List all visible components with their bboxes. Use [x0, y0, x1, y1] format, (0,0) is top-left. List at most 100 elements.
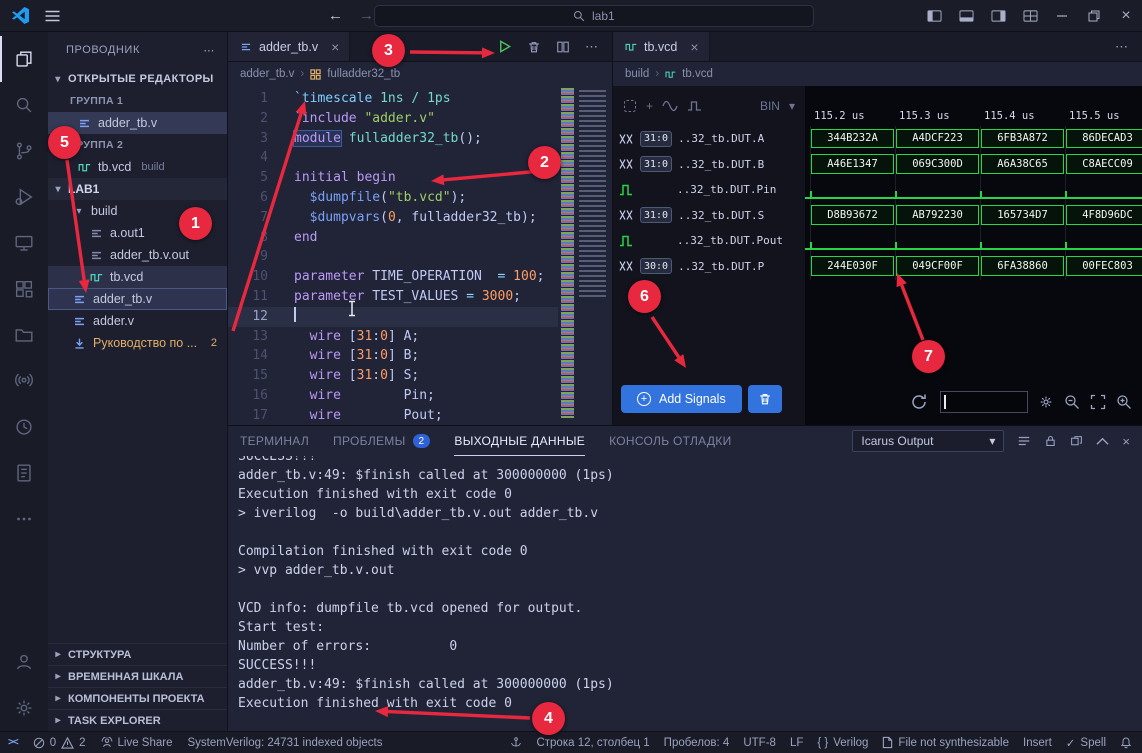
refresh-icon[interactable]	[908, 391, 930, 413]
problems-status[interactable]: 0 2	[33, 737, 86, 749]
toggle-sidebar-icon[interactable]	[918, 0, 950, 31]
notebook-icon[interactable]	[0, 450, 48, 496]
signal-item[interactable]: 31:0..32_tb.DUT.A	[613, 126, 805, 152]
split-editor-icon[interactable]	[556, 40, 570, 54]
code-line[interactable]: 10parameter TIME_OPERATION = 100;	[228, 267, 558, 287]
digital-wave-icon[interactable]	[687, 100, 703, 112]
live-share-icon[interactable]	[0, 358, 48, 404]
code-line[interactable]: 13 wire [31:0] A;	[228, 327, 558, 347]
code-line[interactable]: 16 wire Pin;	[228, 386, 558, 406]
clear-output-icon[interactable]	[1017, 434, 1031, 448]
code-line[interactable]: 11parameter TEST_VALUES = 3000;	[228, 287, 558, 307]
menu-icon[interactable]	[45, 10, 60, 22]
code-line[interactable]: 12	[228, 307, 558, 327]
panel-tab[interactable]: ПРОБЛЕМЫ2	[333, 426, 430, 456]
tree-file[interactable]: adder_tb.v.out	[48, 244, 227, 266]
breadcrumb-symbol[interactable]: fulladder32_tb	[327, 68, 400, 80]
code-line[interactable]: 2`include "adder.v"	[228, 109, 558, 129]
toggle-panel-icon[interactable]	[950, 0, 982, 31]
sidebar-section-header[interactable]: ▸КОМПОНЕНТЫ ПРОЕКТА	[48, 687, 227, 709]
signal-item[interactable]: 30:0..32_tb.DUT.P	[613, 254, 805, 280]
waveform-canvas[interactable]: 344B232AA4DCF2236FB3A87286DECAD3A46E1347…	[805, 126, 1142, 280]
gear-icon[interactable]	[1038, 394, 1054, 410]
remove-signals-button[interactable]	[748, 385, 782, 413]
restore-icon[interactable]	[1078, 0, 1110, 31]
extensions-icon[interactable]	[0, 266, 48, 312]
panel-tab[interactable]: ВЫХОДНЫЕ ДАННЫЕ	[454, 426, 585, 456]
code-line[interactable]: 9	[228, 247, 558, 267]
add-icon[interactable]: +	[646, 99, 653, 113]
signal-item[interactable]: ..32_tb.DUT.Pin	[613, 177, 805, 203]
add-signals-button[interactable]: + Add Signals	[621, 385, 742, 413]
tab-adder-tb-v[interactable]: adder_tb.v ×	[228, 32, 350, 61]
zoom-fit-icon[interactable]	[1090, 394, 1106, 410]
nav-back-icon[interactable]: ←	[328, 7, 343, 24]
zoom-in-icon[interactable]	[1116, 394, 1132, 410]
waveform-row[interactable]: 344B232AA4DCF2236FB3A87286DECAD3	[805, 126, 1142, 152]
tree-file[interactable]: Руководство по ...2	[48, 332, 227, 354]
search-sidebar-icon[interactable]	[0, 82, 48, 128]
code-editor[interactable]: 1`timescale 1ns / 1ps2`include "adder.v"…	[228, 86, 612, 425]
code-line[interactable]: 5initial begin	[228, 168, 558, 188]
project-manager-icon[interactable]	[0, 312, 48, 358]
more-actions-icon[interactable]: ⋯	[1115, 39, 1128, 55]
timescale-input[interactable]	[940, 391, 1028, 413]
minimap[interactable]	[558, 86, 612, 425]
language-mode[interactable]: { } Verilog	[817, 737, 868, 749]
breadcrumb[interactable]: build › tb.vcd	[613, 62, 1142, 86]
insert-mode[interactable]: Insert	[1023, 737, 1052, 749]
lock-scroll-icon[interactable]	[1044, 434, 1057, 448]
remote-explorer-icon[interactable]	[0, 220, 48, 266]
waveform-row[interactable]: A46E1347069C300DA6A38C65C8AECC09	[805, 152, 1142, 178]
breadcrumb[interactable]: adder_tb.v › fulladder32_tb	[228, 62, 612, 86]
close-window-icon[interactable]: ×	[1110, 0, 1142, 31]
waveform-row[interactable]	[805, 228, 1142, 254]
waveform-row[interactable]	[805, 177, 1142, 203]
more-actions-icon[interactable]: ⋯	[585, 39, 598, 55]
more-views-icon[interactable]	[0, 496, 48, 542]
sidebar-section-header[interactable]: ▸TASK EXPLORER	[48, 709, 227, 731]
open-editors-header[interactable]: ▾ ОТКРЫТЫЕ РЕДАКТОРЫ	[48, 68, 227, 90]
indentation[interactable]: Пробелов: 4	[664, 737, 730, 749]
waveform-row[interactable]: 244E030F049CF00F6FA3886000FEC803	[805, 254, 1142, 280]
code-line[interactable]: 7 $dumpvars(0, fulladder32_tb);	[228, 208, 558, 228]
synthesis-status[interactable]: File not synthesizable	[882, 736, 1009, 749]
trash-icon[interactable]	[527, 40, 541, 54]
signal-item[interactable]: 31:0..32_tb.DUT.B	[613, 152, 805, 178]
code-line[interactable]: 14 wire [31:0] B;	[228, 346, 558, 366]
toggle-secondary-sidebar-icon[interactable]	[982, 0, 1014, 31]
panel-tab[interactable]: КОНСОЛЬ ОТЛАДКИ	[609, 426, 731, 456]
tree-file[interactable]: adder_tb.v	[48, 288, 227, 310]
code-line[interactable]: 1`timescale 1ns / 1ps	[228, 89, 558, 109]
waveform-area[interactable]: 115.2 us115.3 us115.4 us115.5 us 344B232…	[805, 86, 1142, 425]
cursor-position[interactable]: Строка 12, столбец 1	[536, 737, 649, 749]
customize-layout-icon[interactable]	[1014, 0, 1046, 31]
indexer-status[interactable]: SystemVerilog: 24731 indexed objects	[187, 737, 382, 749]
workspace-header[interactable]: ▾ LAB1	[48, 178, 227, 200]
live-share-status[interactable]: Live Share	[101, 737, 173, 749]
run-debug-icon[interactable]	[0, 174, 48, 220]
close-icon[interactable]: ×	[331, 39, 339, 55]
zoom-out-icon[interactable]	[1064, 394, 1080, 410]
tree-file[interactable]: adder.v	[48, 310, 227, 332]
eol-sequence[interactable]: LF	[790, 737, 803, 749]
encoding[interactable]: UTF-8	[743, 737, 776, 749]
format-bin-label[interactable]: BIN	[760, 99, 780, 113]
minimize-icon[interactable]	[1046, 0, 1078, 31]
open-in-editor-icon[interactable]	[1070, 435, 1083, 448]
remote-indicator[interactable]: ><	[8, 737, 18, 748]
accounts-icon[interactable]	[0, 639, 48, 685]
tree-file[interactable]: tb.vcd	[48, 266, 227, 288]
breadcrumb-folder[interactable]: build	[625, 68, 649, 80]
output-content[interactable]: SUCCESS!!!adder_tb.v:49: $finish called …	[228, 456, 1142, 731]
code-line[interactable]: 3module fulladder32_tb();	[228, 129, 558, 149]
panel-tab[interactable]: ТЕРМИНАЛ	[240, 426, 309, 456]
close-panel-icon[interactable]: ×	[1122, 434, 1130, 449]
notifications-bell-icon[interactable]	[1120, 736, 1132, 749]
search-box[interactable]: lab1	[374, 5, 814, 27]
tab-tb-vcd[interactable]: tb.vcd ×	[613, 32, 710, 61]
waveform-row[interactable]: D8B93672AB792230165734D74F8D96DC	[805, 203, 1142, 229]
breadcrumb-file[interactable]: tb.vcd	[682, 68, 713, 80]
signal-item[interactable]: 31:0..32_tb.DUT.S	[613, 203, 805, 229]
code-line[interactable]: 6 $dumpfile("tb.vcd");	[228, 188, 558, 208]
